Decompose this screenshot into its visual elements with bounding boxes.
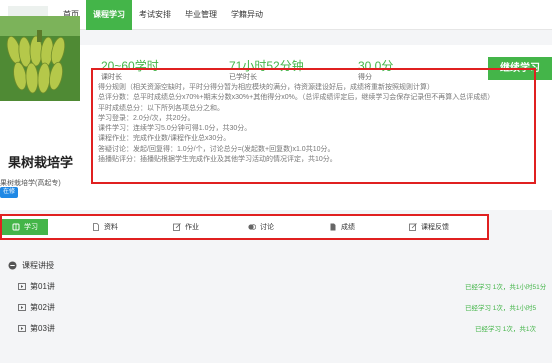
- rule-line: 学习登录：2.0分/次，共20分。: [98, 114, 195, 122]
- rule-line: 平时成绩总分：以下所列各项总分之和。: [98, 104, 224, 112]
- discuss-icon: [248, 224, 256, 230]
- lecture-title: 第02讲: [30, 303, 55, 312]
- tab-feedback[interactable]: 课程反馈: [409, 220, 449, 234]
- tab-materials[interactable]: 资料: [92, 220, 118, 234]
- lecture-title: 第01讲: [30, 282, 55, 291]
- tab-discussion[interactable]: 讨论: [248, 220, 274, 234]
- lecture-list: 第01讲 已经学习 1次，共1小时51分 第02讲 已经学习 1次，共1小时5 …: [0, 275, 552, 338]
- file-icon: [93, 223, 99, 231]
- tab-label: 讨论: [260, 224, 274, 231]
- nav-graduation[interactable]: 毕业管理: [178, 0, 224, 30]
- tab-grades[interactable]: 成绩: [329, 220, 355, 234]
- tab-label: 课程反馈: [421, 224, 449, 231]
- lecture-progress: 已经学习 1次，共1小时51分: [465, 284, 547, 291]
- score-rules-panel: 课时长 已学时长 得分 得分规则（相关资源空缺时，平时分得分暂为相应模块的满分，…: [91, 68, 536, 184]
- status-badge: 在修: [0, 187, 19, 198]
- rule-line: 答疑讨论：发起/回复得：1.0分/个，讨论总分=(发起数+回复数)x1.0共10…: [98, 145, 335, 153]
- video-icon: [18, 325, 26, 332]
- list-item[interactable]: 第01讲 已经学习 1次，共1小时51分: [0, 275, 552, 296]
- rule-line: 插播贴评分：插播贴根据学生完成作业及其他学习活动的情况评定，共10分。: [98, 156, 337, 164]
- study-icon: [12, 223, 20, 231]
- course-hours-label: 课时长: [101, 74, 122, 81]
- tab-label: 成绩: [341, 224, 355, 231]
- nav-exam-schedule[interactable]: 考试安排: [132, 0, 178, 30]
- course-cover-image: [0, 16, 80, 101]
- lecture-title: 第03讲: [30, 324, 55, 333]
- lecture-progress: 已经学习 1次，共1次: [475, 326, 537, 333]
- list-item[interactable]: 第03讲 已经学习 1次，共1次: [0, 317, 552, 338]
- video-icon: [18, 304, 26, 311]
- tab-label: 资料: [104, 224, 118, 231]
- lecture-section-title: 课程讲授: [22, 261, 54, 270]
- nav-status-change[interactable]: 学籍异动: [224, 0, 270, 30]
- lecture-section-header[interactable]: 课程讲授: [8, 260, 54, 271]
- top-navbar: 首页 课程学习 考试安排 毕业管理 学籍异动: [0, 0, 552, 30]
- score-icon: [330, 223, 336, 231]
- nav-course-study[interactable]: 课程学习: [86, 0, 132, 30]
- score-rules-list: 得分规则（相关资源空缺时，平时分得分暂为相应模块的满分，待资源建设好后，成绩将重…: [98, 83, 530, 165]
- lecture-progress: 已经学习 1次，共1小时5: [465, 305, 537, 312]
- rule-line: 课件学习：连续学习5.0分钟可得1.0分，共30分。: [98, 125, 252, 133]
- list-item[interactable]: 第02讲 已经学习 1次，共1小时5: [0, 296, 552, 317]
- tab-study[interactable]: 学习: [2, 219, 48, 235]
- course-tabs: 学习 资料 作业 讨论 成绩 课程反馈: [0, 214, 489, 240]
- rule-line: 课程作业：完成作业数/课程作业总x30分。: [98, 135, 231, 143]
- rule-line: 得分规则（相关资源空缺时，平时分得分暂为相应模块的满分，待资源建设好后，成绩将重…: [98, 84, 434, 91]
- video-icon: [18, 283, 26, 290]
- tab-homework[interactable]: 作业: [173, 220, 199, 234]
- minus-circle-icon: [8, 261, 17, 270]
- course-title: 果树栽培学: [8, 155, 74, 170]
- edit-icon: [173, 223, 181, 231]
- rule-line: 总评分数：总平时成绩总分x70%+期末分数x30%+其他得分x0%。（总评成绩评…: [98, 94, 495, 102]
- studied-time-label: 已学时长: [229, 74, 257, 81]
- main-nav: 首页 课程学习 考试安排 毕业管理 学籍异动: [56, 0, 270, 30]
- score-label: 得分: [358, 74, 372, 81]
- feedback-icon: [409, 223, 417, 231]
- tab-label: 学习: [24, 224, 38, 231]
- tab-label: 作业: [185, 224, 199, 231]
